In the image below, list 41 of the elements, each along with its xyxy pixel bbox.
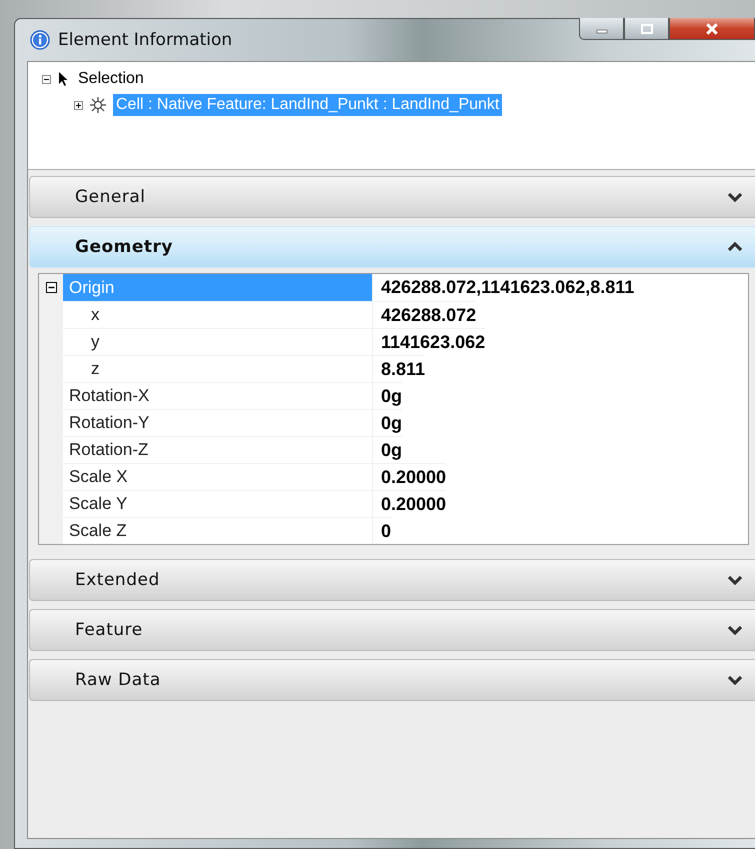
property-value: 0.20000: [373, 463, 446, 490]
collapse-icon[interactable]: [42, 74, 51, 84]
section-header[interactable]: Extended: [29, 559, 755, 601]
info-icon: [30, 30, 50, 50]
property-name[interactable]: y: [63, 328, 373, 355]
close-icon: [705, 22, 719, 36]
close-button[interactable]: [669, 18, 755, 40]
property-name[interactable]: Scale Y: [63, 490, 373, 517]
property-value: 0: [373, 517, 392, 544]
chevron-down-icon: [727, 625, 743, 635]
property-name[interactable]: z: [63, 355, 373, 382]
chevron-down-icon: [727, 192, 743, 202]
pointer-icon: [57, 71, 69, 87]
maximize-icon: [640, 24, 652, 34]
window-title: Element Information: [58, 30, 232, 50]
property-value: 0.20000: [373, 490, 446, 517]
tree-item[interactable]: Selection: [75, 68, 147, 90]
minimize-button[interactable]: [579, 18, 624, 40]
section-header[interactable]: Geometry: [29, 226, 755, 268]
property-name[interactable]: Rotation-X: [63, 382, 373, 409]
property-value: 426288.072,1141623.062,8.811: [380, 276, 634, 299]
property-value: 0g: [373, 382, 402, 409]
section-header[interactable]: Feature: [29, 609, 755, 651]
property-value: 0g: [373, 409, 402, 436]
property-name[interactable]: Scale X: [63, 463, 373, 490]
property-name[interactable]: Rotation-Y: [63, 409, 373, 436]
section-header[interactable]: General: [29, 176, 755, 218]
section-header[interactable]: Raw Data: [29, 659, 755, 701]
chevron-down-icon: [727, 575, 743, 585]
chevron-up-icon: [727, 242, 743, 252]
maximize-button[interactable]: [624, 18, 669, 40]
property-value: 0g: [373, 436, 402, 463]
collapse-icon[interactable]: [46, 282, 56, 293]
property-value: 426288.072: [373, 301, 476, 328]
property-value: 8.811: [373, 355, 426, 382]
property-name[interactable]: Rotation-Z: [63, 436, 373, 463]
property-value: 1141623.062: [373, 328, 486, 355]
chevron-down-icon: [727, 675, 743, 685]
expand-icon[interactable]: [74, 100, 83, 110]
property-name[interactable]: x: [63, 301, 373, 328]
property-name[interactable]: Scale Z: [63, 517, 373, 544]
